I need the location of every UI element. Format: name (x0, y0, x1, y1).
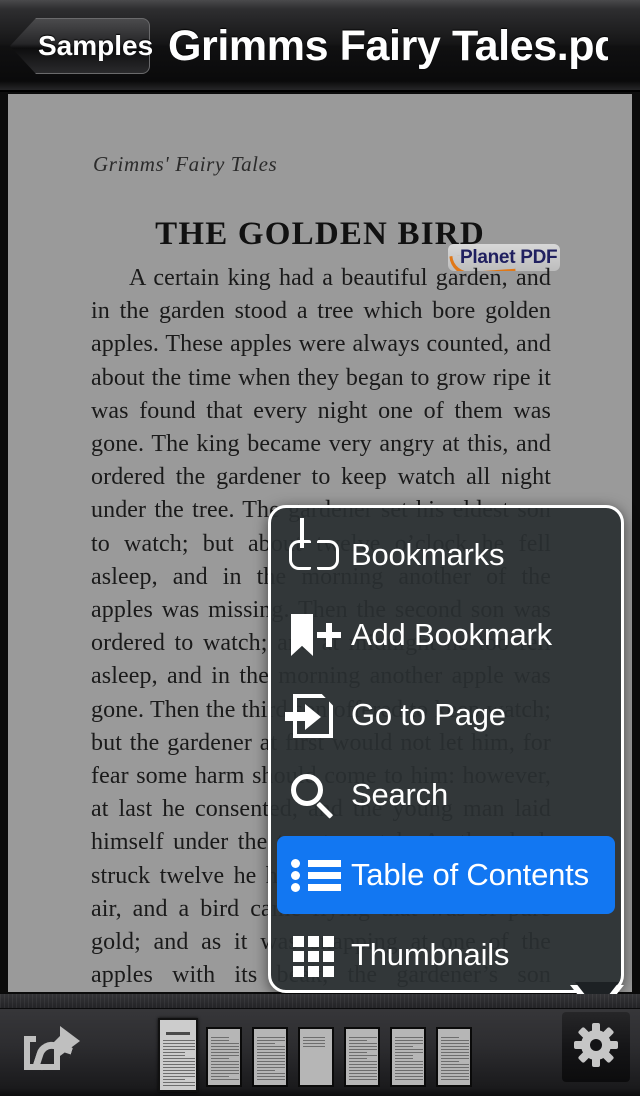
page-thumbnail[interactable] (252, 1027, 288, 1087)
page-thumbnail[interactable] (390, 1027, 426, 1087)
page-thumbnail[interactable] (158, 1018, 198, 1092)
open-book-icon (277, 516, 351, 594)
menu-item-label: Table of Contents (351, 857, 589, 893)
bookmark-plus-icon (277, 596, 351, 674)
menu-item-bookmarks[interactable]: Bookmarks (277, 516, 615, 594)
navigation-bar: Samples Grimms Fairy Tales.pdf (0, 0, 640, 92)
gear-icon (574, 1023, 618, 1067)
page-thumbnail[interactable] (206, 1027, 242, 1087)
menu-item-label: Add Bookmark (351, 617, 552, 653)
pdf-reader-app: Samples Grimms Fairy Tales.pdf Grimms' F… (0, 0, 640, 1096)
menu-item-label: Search (351, 777, 448, 813)
menu-item-label: Bookmarks (351, 537, 504, 573)
list-icon (277, 836, 351, 914)
toolbar-top-rail (0, 994, 640, 1009)
back-button-samples[interactable] (10, 18, 150, 74)
menu-item-table-of-contents[interactable]: Table of Contents (277, 836, 615, 914)
running-head: Grimms' Fairy Tales (93, 152, 277, 177)
menu-item-label: Thumbnails (351, 937, 509, 973)
page-title: Grimms Fairy Tales.pdf (168, 19, 608, 73)
settings-gear-button[interactable] (562, 1012, 630, 1082)
menu-item-search[interactable]: Search (277, 756, 615, 834)
document-heading: THE GOLDEN BIRD (8, 216, 632, 253)
page-thumbnail-strip[interactable] (158, 1018, 488, 1094)
page-thumbnail[interactable] (298, 1027, 334, 1087)
settings-popover: Bookmarks Add Bookmark Go to Page Search… (268, 505, 624, 993)
page-arrow-icon (277, 676, 351, 754)
grid-icon (277, 916, 351, 993)
popover-menu-list: Bookmarks Add Bookmark Go to Page Search… (271, 508, 621, 990)
menu-item-go-to-page[interactable]: Go to Page (277, 676, 615, 754)
magnifier-icon (277, 756, 351, 834)
page-thumbnail[interactable] (436, 1027, 472, 1087)
share-button[interactable] (24, 1022, 88, 1072)
menu-item-add-bookmark[interactable]: Add Bookmark (277, 596, 615, 674)
menu-item-thumbnails[interactable]: Thumbnails (277, 916, 615, 993)
menu-item-label: Go to Page (351, 697, 506, 733)
page-thumbnail[interactable] (344, 1027, 380, 1087)
